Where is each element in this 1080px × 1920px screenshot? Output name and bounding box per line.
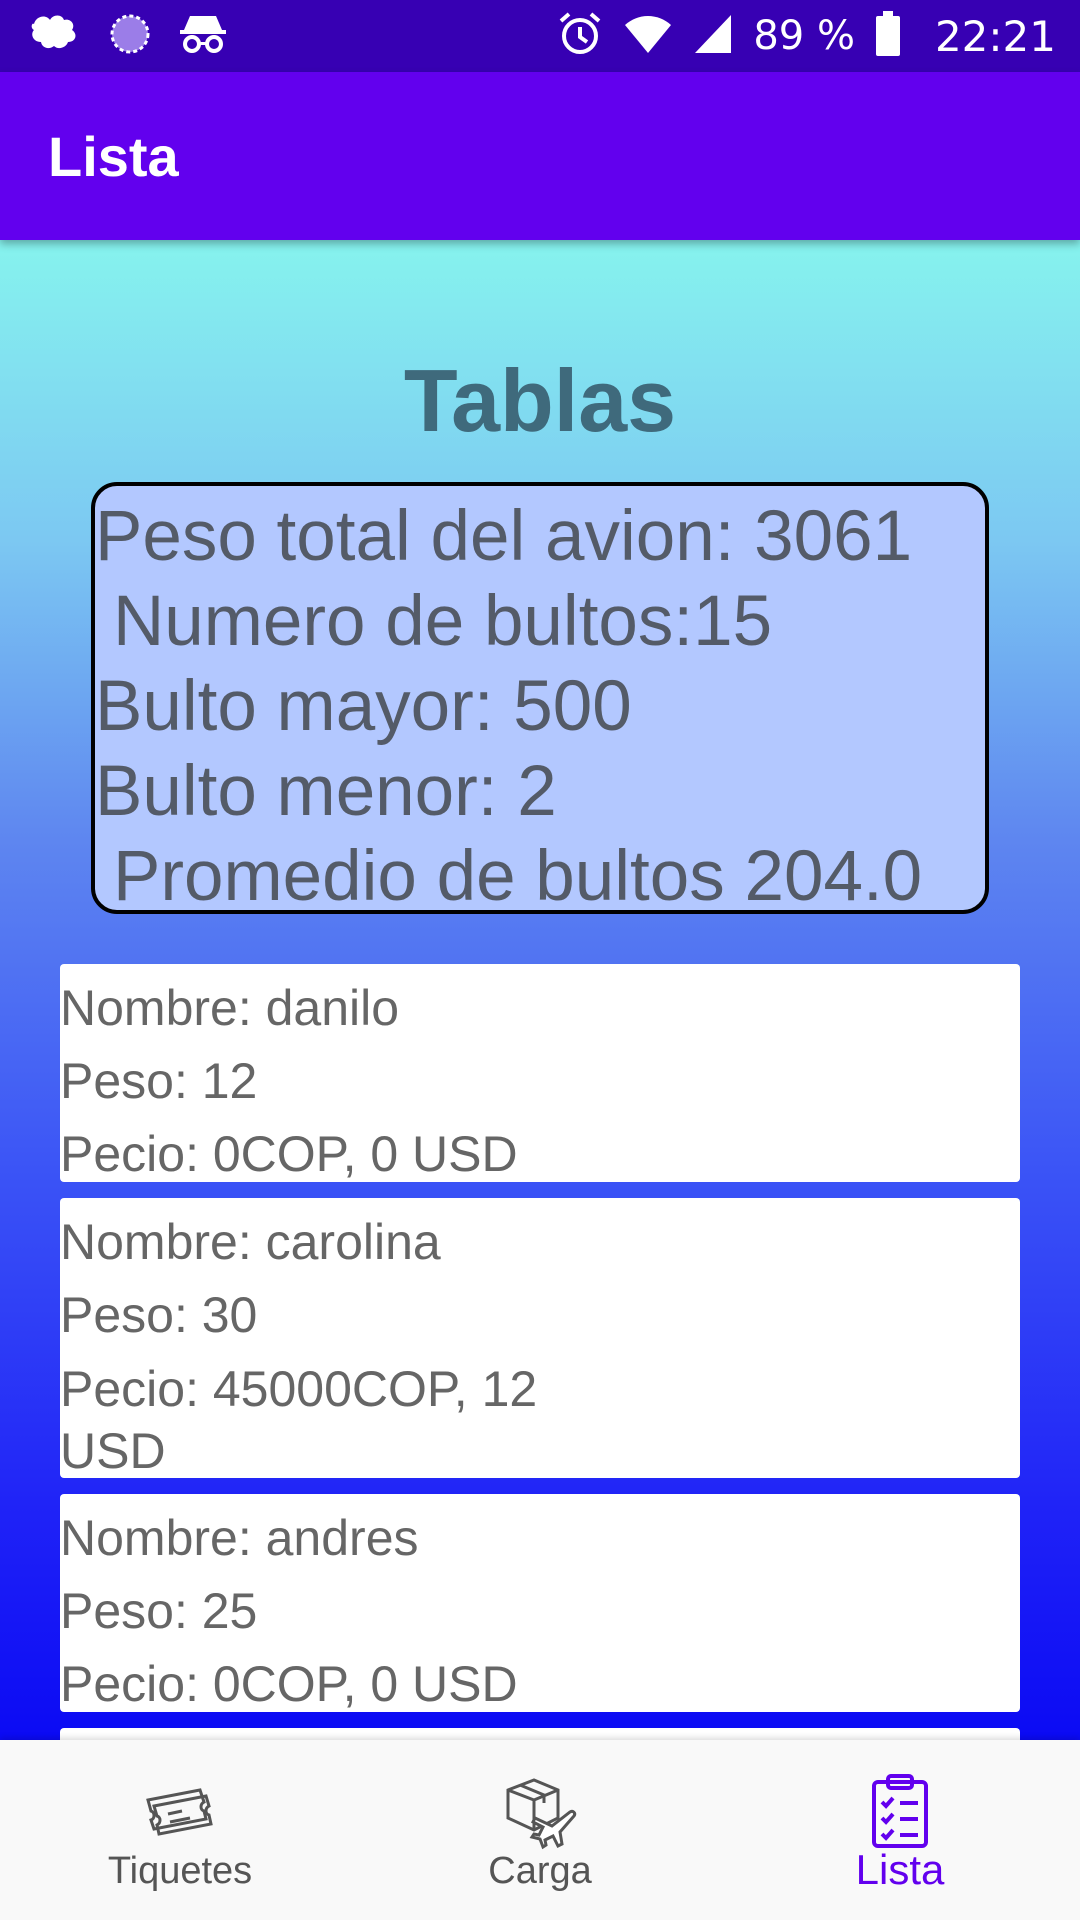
- app-bar-title: Lista: [48, 125, 179, 188]
- nav-label-tiquetes: Tiquetes: [107, 1850, 253, 1892]
- app-bar: Lista: [0, 72, 1080, 240]
- page-heading: Tablas: [403, 351, 677, 450]
- nav-item-tiquetes[interactable]: Tiquetes: [0, 1740, 360, 1920]
- item-nombre: Nombre: andres: [60, 1510, 419, 1566]
- bottom-navigation: Tiquetes Carga Lista: [0, 1740, 1080, 1920]
- summary-total-weight: Peso total del avion: 3061: [95, 497, 913, 576]
- list-item[interactable]: Nombre: carolina Peso: 30 Pecio: 45000CO…: [60, 1198, 1020, 1479]
- item-nombre: Nombre: danilo: [60, 980, 400, 1036]
- clock: 22:21: [934, 11, 1056, 61]
- alarm-icon: [557, 11, 603, 61]
- summary-package-count: Numero de bultos:15: [113, 582, 773, 661]
- list-item-partial[interactable]: [60, 1728, 1020, 1740]
- status-bar: 89 % 22:21: [0, 0, 1080, 72]
- incognito-icon: [178, 12, 228, 60]
- nav-label-lista: Lista: [855, 1846, 945, 1893]
- item-peso: Peso: 30: [60, 1287, 258, 1343]
- clipboard-list-icon: [860, 1770, 940, 1850]
- cargo-plane-icon: [500, 1770, 580, 1850]
- nav-item-lista[interactable]: Lista: [720, 1740, 1080, 1920]
- app-notification-icon: [26, 10, 82, 62]
- status-bar-left: [26, 10, 228, 62]
- item-precio: Pecio: 0COP, 0 USD: [60, 1656, 518, 1712]
- item-peso: Peso: 25: [60, 1583, 258, 1639]
- summary-average: Promedio de bultos 204.0: [113, 837, 923, 914]
- loading-circle-icon: [108, 12, 152, 60]
- summary-box: Peso total del avion: 3061 Numero de bul…: [91, 482, 989, 914]
- summary-smallest: Bulto menor: 2: [95, 752, 557, 831]
- main-content[interactable]: Tablas Peso total del avion: 3061 Numero…: [0, 240, 1080, 1740]
- wifi-icon: [623, 13, 673, 59]
- item-nombre: Nombre: carolina: [60, 1214, 441, 1270]
- battery-percent: 89 %: [753, 13, 855, 59]
- item-peso: Peso: 12: [60, 1053, 258, 1109]
- nav-item-carga[interactable]: Carga: [360, 1740, 720, 1920]
- item-precio: Pecio: 45000COP, 12 USD: [60, 1361, 538, 1479]
- list-item[interactable]: Nombre: danilo Peso: 12 Pecio: 0COP, 0 U…: [60, 964, 1020, 1182]
- nav-label-carga: Carga: [488, 1850, 592, 1892]
- list-item[interactable]: Nombre: andres Peso: 25 Pecio: 0COP, 0 U…: [60, 1494, 1020, 1712]
- item-precio: Pecio: 0COP, 0 USD: [60, 1126, 518, 1182]
- status-bar-right: 89 % 22:21: [557, 10, 1056, 62]
- battery-icon: [875, 11, 901, 61]
- ticket-icon: [140, 1770, 220, 1850]
- cell-signal-icon: [693, 13, 733, 59]
- summary-largest: Bulto mayor: 500: [95, 667, 632, 746]
